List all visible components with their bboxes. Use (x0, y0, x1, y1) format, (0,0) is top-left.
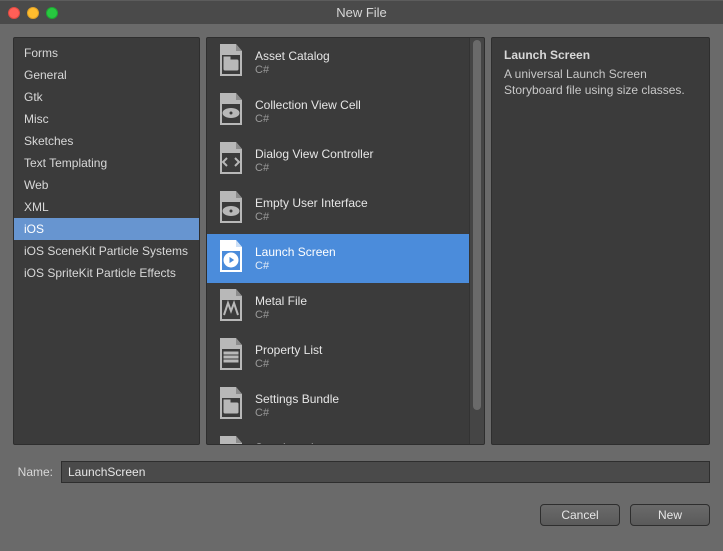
template-item-settings-bundle[interactable]: Settings BundleC# (207, 381, 484, 430)
template-item-label: Storyboard (255, 441, 314, 444)
category-list: FormsGeneralGtkMiscSketchesText Templati… (14, 38, 199, 288)
template-item-sublabel: C# (255, 162, 374, 174)
plist-file-icon (217, 338, 245, 375)
template-item-sublabel: C# (255, 309, 307, 321)
scrollbar-track[interactable] (469, 38, 484, 444)
minimize-window-button[interactable] (27, 7, 39, 19)
category-item-general[interactable]: General (14, 64, 199, 86)
template-item-label: Empty User Interface (255, 196, 368, 210)
folder-file-icon (217, 387, 245, 424)
template-item-label: Dialog View Controller (255, 147, 374, 161)
titlebar: New File (0, 0, 723, 24)
eye-file-icon (217, 436, 245, 444)
category-item-web[interactable]: Web (14, 174, 199, 196)
category-item-xml[interactable]: XML (14, 196, 199, 218)
template-list: Asset CatalogC#Collection View CellC#Dia… (207, 38, 484, 444)
template-item-label: Launch Screen (255, 245, 336, 259)
template-item-asset-catalog[interactable]: Asset CatalogC# (207, 38, 484, 87)
footer: Cancel New (0, 486, 723, 544)
template-item-sublabel: C# (255, 211, 368, 223)
close-window-button[interactable] (8, 7, 20, 19)
template-item-sublabel: C# (255, 358, 322, 370)
new-button[interactable]: New (630, 504, 710, 526)
category-item-sketches[interactable]: Sketches (14, 130, 199, 152)
name-row: Name: (0, 458, 723, 486)
template-item-label: Property List (255, 343, 322, 357)
template-panel: Asset CatalogC#Collection View CellC#Dia… (206, 37, 485, 445)
category-item-ios[interactable]: iOS (14, 218, 199, 240)
category-item-gtk[interactable]: Gtk (14, 86, 199, 108)
eye-file-icon (217, 93, 245, 130)
detail-title: Launch Screen (504, 48, 697, 62)
play-file-icon (217, 240, 245, 277)
template-item-launch-screen[interactable]: Launch ScreenC# (207, 234, 484, 283)
template-item-storyboard[interactable]: StoryboardC# (207, 430, 484, 444)
window-title: New File (336, 5, 387, 20)
name-input[interactable] (61, 461, 710, 483)
template-item-sublabel: C# (255, 64, 330, 76)
template-item-empty-user-interface[interactable]: Empty User InterfaceC# (207, 185, 484, 234)
detail-description: A universal Launch Screen Storyboard fil… (504, 66, 697, 98)
category-item-ios-scenekit-particle-systems[interactable]: iOS SceneKit Particle Systems (14, 240, 199, 262)
folder-file-icon (217, 44, 245, 81)
eye-file-icon (217, 191, 245, 228)
category-item-forms[interactable]: Forms (14, 42, 199, 64)
template-item-property-list[interactable]: Property ListC# (207, 332, 484, 381)
template-item-sublabel: C# (255, 113, 361, 125)
template-item-dialog-view-controller[interactable]: Dialog View ControllerC# (207, 136, 484, 185)
metal-file-icon (217, 289, 245, 326)
template-item-metal-file[interactable]: Metal FileC# (207, 283, 484, 332)
template-item-label: Asset Catalog (255, 49, 330, 63)
name-label: Name: (13, 465, 53, 479)
maximize-window-button[interactable] (46, 7, 58, 19)
detail-panel: Launch Screen A universal Launch Screen … (491, 37, 710, 445)
category-item-text-templating[interactable]: Text Templating (14, 152, 199, 174)
main-area: FormsGeneralGtkMiscSketchesText Templati… (0, 24, 723, 458)
traffic-lights (8, 7, 58, 19)
code-file-icon (217, 142, 245, 179)
cancel-button[interactable]: Cancel (540, 504, 620, 526)
scrollbar-thumb[interactable] (473, 40, 481, 410)
template-item-label: Collection View Cell (255, 98, 361, 112)
template-item-label: Metal File (255, 294, 307, 308)
template-item-sublabel: C# (255, 260, 336, 272)
category-sidebar: FormsGeneralGtkMiscSketchesText Templati… (13, 37, 200, 445)
template-item-collection-view-cell[interactable]: Collection View CellC# (207, 87, 484, 136)
template-item-label: Settings Bundle (255, 392, 339, 406)
category-item-misc[interactable]: Misc (14, 108, 199, 130)
template-item-sublabel: C# (255, 407, 339, 419)
category-item-ios-spritekit-particle-effects[interactable]: iOS SpriteKit Particle Effects (14, 262, 199, 284)
